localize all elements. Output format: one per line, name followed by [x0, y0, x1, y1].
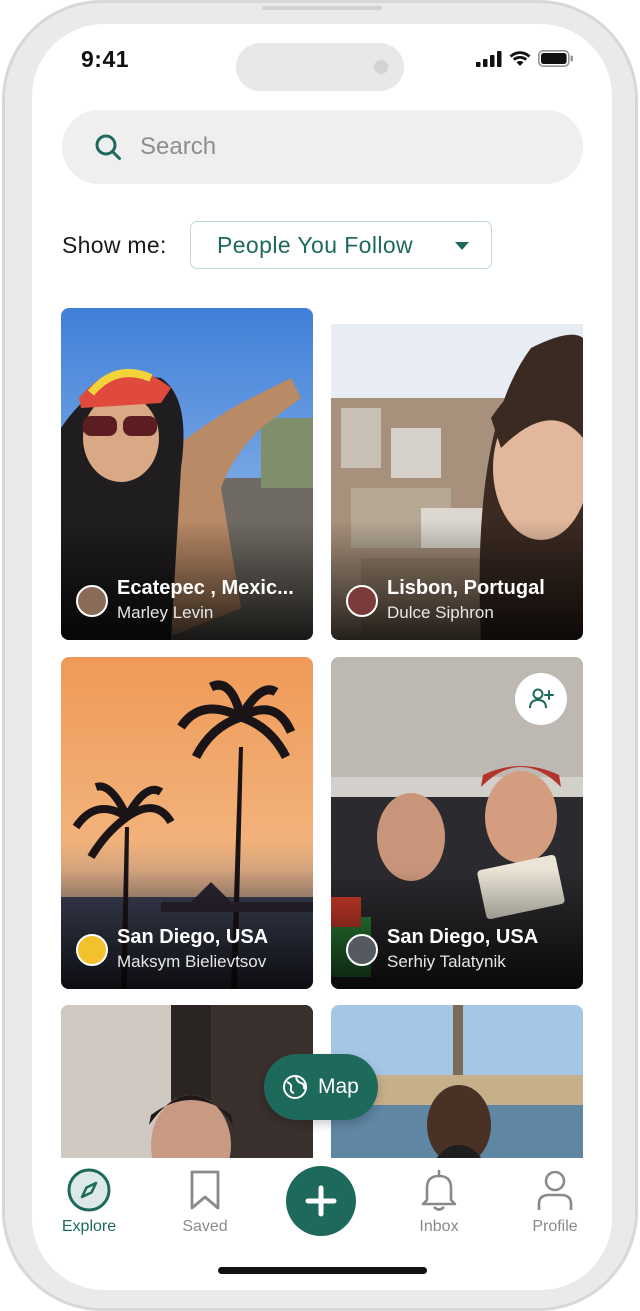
- dynamic-island: [236, 43, 404, 91]
- tab-label: Explore: [61, 1218, 117, 1235]
- camera-lens: [374, 60, 388, 74]
- tab-explore[interactable]: Explore: [44, 1168, 134, 1236]
- person-icon: [537, 1170, 573, 1210]
- card-location: Ecatepec , Mexic...: [117, 577, 294, 599]
- photo-card[interactable]: Lisbon, Portugal Dulce Siphron: [331, 308, 583, 640]
- map-globe-icon: [283, 1075, 307, 1099]
- plus-icon: [305, 1185, 337, 1217]
- search-bar[interactable]: Search: [62, 110, 583, 184]
- search-placeholder: Search: [140, 133, 217, 160]
- tab-label: Inbox: [419, 1218, 459, 1235]
- tab-inbox[interactable]: Inbox: [394, 1168, 484, 1236]
- card-location: San Diego, USA: [387, 926, 539, 948]
- card-location: Lisbon, Portugal: [387, 577, 545, 599]
- battery-icon: [538, 50, 573, 67]
- status-time: 9:41: [81, 46, 130, 72]
- bookmark-icon: [190, 1170, 220, 1210]
- signal-icon: [476, 50, 502, 67]
- card-author: Marley Levin: [117, 603, 214, 622]
- card-author: Maksym Bielievtsov: [117, 952, 267, 971]
- avatar: [76, 585, 108, 617]
- photo-card[interactable]: Ecatepec , Mexic... Marley Levin: [61, 308, 313, 640]
- tab-label: Saved: [182, 1218, 228, 1235]
- card-author: Serhiy Talatynik: [387, 952, 506, 971]
- card-author: Dulce Siphron: [387, 603, 494, 622]
- tab-saved[interactable]: Saved: [160, 1168, 250, 1236]
- avatar: [346, 585, 378, 617]
- caret-down-icon: [455, 242, 469, 250]
- avatar: [76, 934, 108, 966]
- show-me-label: Show me:: [62, 232, 167, 258]
- tab-label: Profile: [532, 1218, 578, 1235]
- follow-button[interactable]: [515, 673, 567, 725]
- map-button[interactable]: Map: [264, 1054, 378, 1120]
- screen: 9:41 Search Show me: People You Follow E…: [32, 24, 612, 1290]
- photo-card[interactable]: San Diego, USA Maksym Bielievtsov: [61, 657, 313, 989]
- status-icons: [476, 50, 574, 67]
- map-button-label: Map: [318, 1075, 359, 1098]
- tab-profile[interactable]: Profile: [510, 1168, 600, 1236]
- wifi-icon: [509, 50, 531, 66]
- user-plus-icon: [529, 688, 554, 709]
- tab-bar: Explore Saved Inbox Profile: [32, 1158, 612, 1290]
- filter-value: People You Follow: [217, 231, 414, 258]
- phone-frame: 9:41 Search Show me: People You Follow E…: [2, 0, 638, 1311]
- avatar: [346, 934, 378, 966]
- card-location: San Diego, USA: [117, 926, 269, 948]
- compass-icon: [67, 1168, 111, 1212]
- add-post-button[interactable]: [286, 1166, 356, 1236]
- filter-dropdown[interactable]: People You Follow: [190, 221, 492, 269]
- home-indicator: [218, 1267, 427, 1274]
- photo-card[interactable]: San Diego, USA Serhiy Talatynik: [331, 657, 583, 989]
- search-icon: [95, 134, 121, 160]
- bell-icon: [421, 1169, 457, 1211]
